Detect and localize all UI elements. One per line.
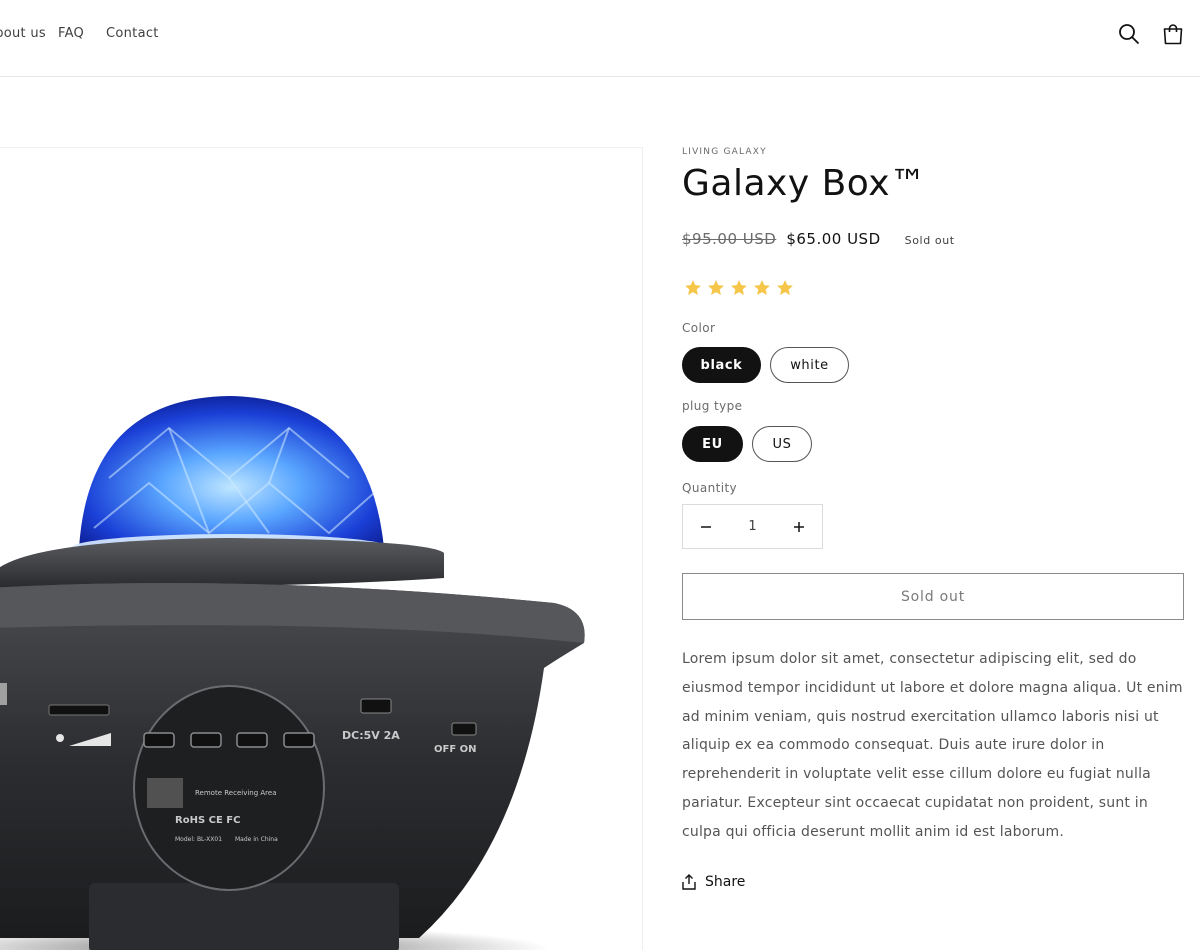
cart-icon[interactable] bbox=[1161, 22, 1185, 46]
star-icon bbox=[777, 280, 793, 295]
price: $95.00 USD $65.00 USD Sold out bbox=[682, 230, 955, 248]
price-compare-at: $95.00 USD bbox=[682, 230, 777, 248]
rating-stars bbox=[683, 278, 798, 298]
share-icon bbox=[682, 874, 696, 890]
star-icon bbox=[754, 280, 770, 295]
minus-icon bbox=[701, 525, 711, 528]
share-label: Share bbox=[705, 874, 746, 890]
search-icon[interactable] bbox=[1117, 22, 1141, 46]
compliance-label: RoHS CE FC bbox=[175, 815, 240, 826]
quantity-input[interactable]: 1 bbox=[729, 519, 776, 534]
quantity-stepper: 1 bbox=[682, 504, 823, 549]
color-option-white[interactable]: white bbox=[770, 347, 849, 383]
nav-link-contact[interactable]: Contact bbox=[106, 26, 159, 41]
plug-option-us[interactable]: US bbox=[752, 426, 812, 462]
color-option-black[interactable]: black bbox=[682, 347, 761, 383]
star-icon bbox=[731, 280, 747, 295]
product-image[interactable]: Remote Receiving Area RoHS CE FC Model: … bbox=[0, 147, 643, 950]
star-icon bbox=[708, 280, 724, 295]
star-icon bbox=[685, 280, 701, 295]
plus-icon bbox=[794, 521, 804, 532]
share-button[interactable]: Share bbox=[682, 874, 745, 890]
origin-label: Made in China bbox=[235, 836, 278, 843]
quantity-label: Quantity bbox=[682, 481, 738, 495]
product-vendor: LIVING GALAXY bbox=[682, 147, 767, 157]
switch-label: OFF ON bbox=[434, 744, 477, 755]
sold-out-button[interactable]: Sold out bbox=[682, 573, 1184, 620]
price-sale: $65.00 USD bbox=[786, 230, 881, 248]
product-description: Lorem ipsum dolor sit amet, consectetur … bbox=[682, 651, 1183, 840]
plug-type-option-label: plug type bbox=[682, 399, 743, 413]
dc-label: DC:5V 2A bbox=[342, 729, 400, 742]
plug-option-eu[interactable]: EU bbox=[682, 426, 743, 462]
galaxy-projector-image: Remote Receiving Area RoHS CE FC Model: … bbox=[0, 396, 585, 950]
nav-link-faq[interactable]: FAQ bbox=[58, 26, 84, 41]
nav-link-about-us[interactable]: About us bbox=[0, 26, 46, 41]
quantity-decrease-button[interactable] bbox=[683, 504, 729, 549]
product-title: Galaxy Box™ bbox=[682, 163, 927, 204]
quantity-increase-button[interactable] bbox=[776, 504, 822, 549]
model-label: Model: BL-XX01 bbox=[175, 836, 222, 843]
color-option-label: Color bbox=[682, 321, 716, 335]
sold-out-badge: Sold out bbox=[904, 234, 955, 247]
remote-receiving-label: Remote Receiving Area bbox=[195, 789, 277, 797]
site-header: About us FAQ Contact bbox=[0, 0, 1200, 77]
